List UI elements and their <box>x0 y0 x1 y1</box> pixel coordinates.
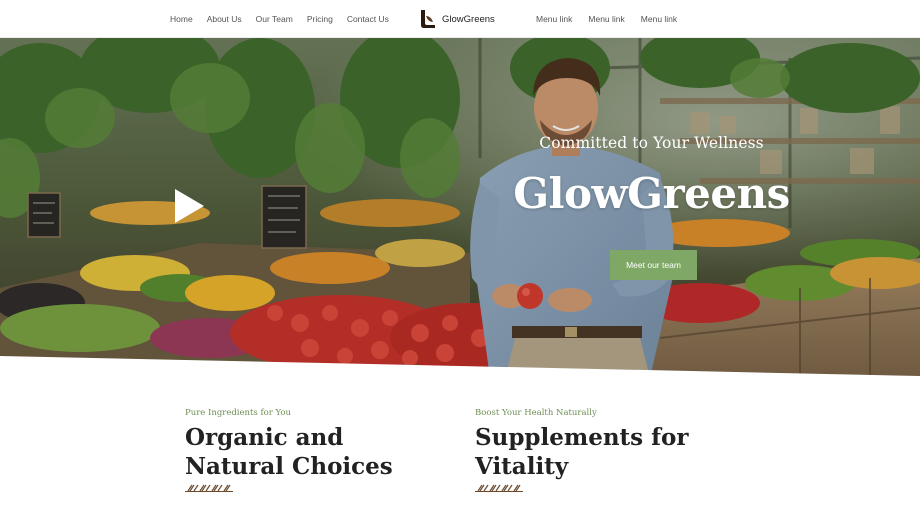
site-logo[interactable]: GlowGreens <box>420 9 495 29</box>
feature-supplements: Boost Your Health Naturally Supplements … <box>475 408 735 493</box>
feature-organic: Pure Ingredients for You Organic and Nat… <box>185 408 445 493</box>
nav-link-home[interactable]: Home <box>170 14 193 24</box>
nav-link-our-team[interactable]: Our Team <box>256 14 293 24</box>
meet-our-team-button[interactable]: Meet our team <box>610 250 697 280</box>
nav-link-about-us[interactable]: About Us <box>207 14 242 24</box>
nav-link-contact-us[interactable]: Contact Us <box>347 14 389 24</box>
play-icon[interactable] <box>172 187 206 225</box>
nav-menu-link-3[interactable]: Menu link <box>641 14 677 24</box>
nav-menu-link-1[interactable]: Menu link <box>536 14 572 24</box>
nav-menu-link-2[interactable]: Menu link <box>588 14 624 24</box>
feature-title: Supplements for Vitality <box>475 424 689 480</box>
hero-subtitle: Committed to Your Wellness <box>539 134 764 152</box>
feature-title: Organic and Natural Choices <box>185 424 393 480</box>
site-header: Home About Us Our Team Pricing Contact U… <box>0 0 920 38</box>
nav-link-pricing[interactable]: Pricing <box>307 14 333 24</box>
logo-text: GlowGreens <box>442 13 495 25</box>
feature-kicker: Boost Your Health Naturally <box>475 408 597 418</box>
hero-title: GlowGreens <box>513 169 790 218</box>
primary-nav: Home About Us Our Team Pricing Contact U… <box>170 0 403 38</box>
leaf-logo-icon <box>421 10 435 28</box>
wheat-divider-icon <box>475 484 523 492</box>
hero-section: Committed to Your Wellness GlowGreens Me… <box>0 38 920 378</box>
feature-kicker: Pure Ingredients for You <box>185 408 291 418</box>
wheat-divider-icon <box>185 484 233 492</box>
secondary-nav: Menu link Menu link Menu link <box>536 0 693 38</box>
